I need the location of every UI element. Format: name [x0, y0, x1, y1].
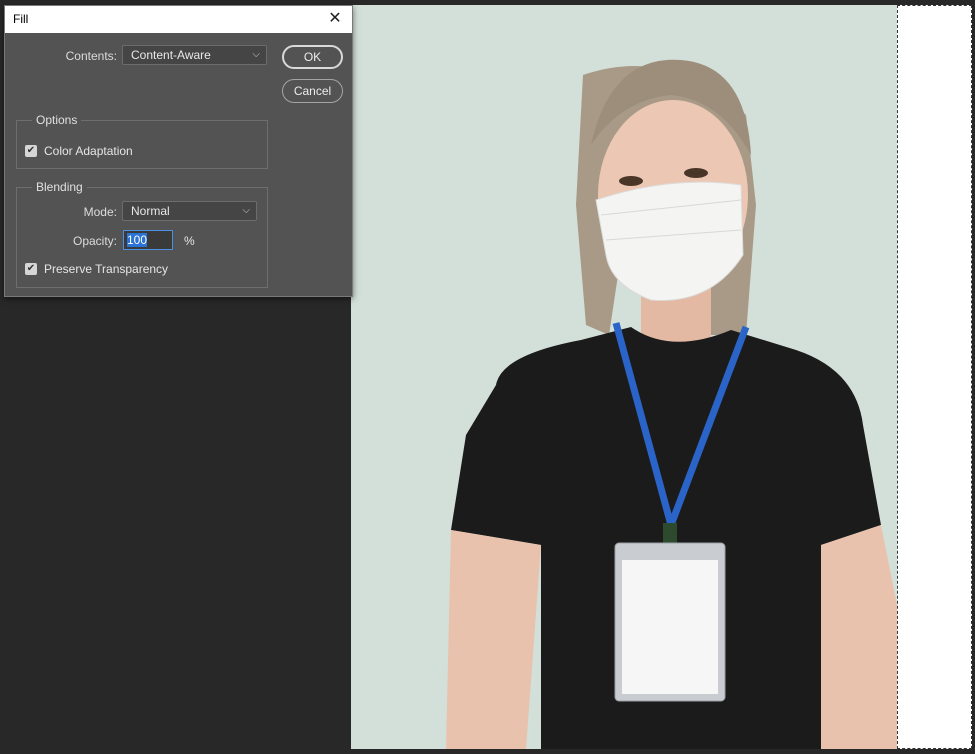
- color-adaptation-label[interactable]: Color Adaptation: [44, 144, 133, 158]
- opacity-unit: %: [184, 234, 195, 248]
- document-canvas[interactable]: [351, 5, 972, 749]
- photo-layer: [351, 5, 897, 749]
- opacity-label: Opacity:: [72, 234, 117, 248]
- ok-button[interactable]: OK: [282, 45, 343, 69]
- mode-select-value: Normal: [131, 204, 170, 218]
- contents-select-value: Content-Aware: [131, 48, 211, 62]
- preserve-transparency-checkbox[interactable]: ✔: [25, 263, 37, 275]
- mode-select[interactable]: Normal ⌵: [122, 201, 257, 221]
- preserve-transparency-label[interactable]: Preserve Transparency: [44, 262, 168, 276]
- opacity-value: 100: [127, 233, 148, 247]
- woman-portrait-image: [446, 59, 897, 749]
- chevron-down-icon: ⌵: [242, 205, 250, 216]
- dialog-title: Fill: [13, 12, 29, 26]
- close-icon[interactable]: ✕: [324, 6, 346, 33]
- blending-legend: Blending: [32, 180, 87, 194]
- checkmark-icon: ✔: [26, 145, 36, 156]
- opacity-input[interactable]: 100: [123, 230, 173, 250]
- marquee-selection[interactable]: [897, 5, 972, 749]
- contents-select[interactable]: Content-Aware ⌵: [122, 45, 267, 65]
- checkmark-icon: ✔: [26, 263, 36, 274]
- cancel-button[interactable]: Cancel: [282, 79, 343, 103]
- fill-dialog: Fill ✕ Contents: Content-Aware ⌵ OK Canc…: [4, 5, 353, 297]
- chevron-down-icon: ⌵: [252, 49, 260, 60]
- contents-label: Contents:: [65, 49, 117, 63]
- mode-label: Mode:: [83, 205, 117, 219]
- dialog-titlebar[interactable]: Fill ✕: [5, 6, 352, 33]
- color-adaptation-checkbox[interactable]: ✔: [25, 145, 37, 157]
- options-legend: Options: [32, 113, 82, 127]
